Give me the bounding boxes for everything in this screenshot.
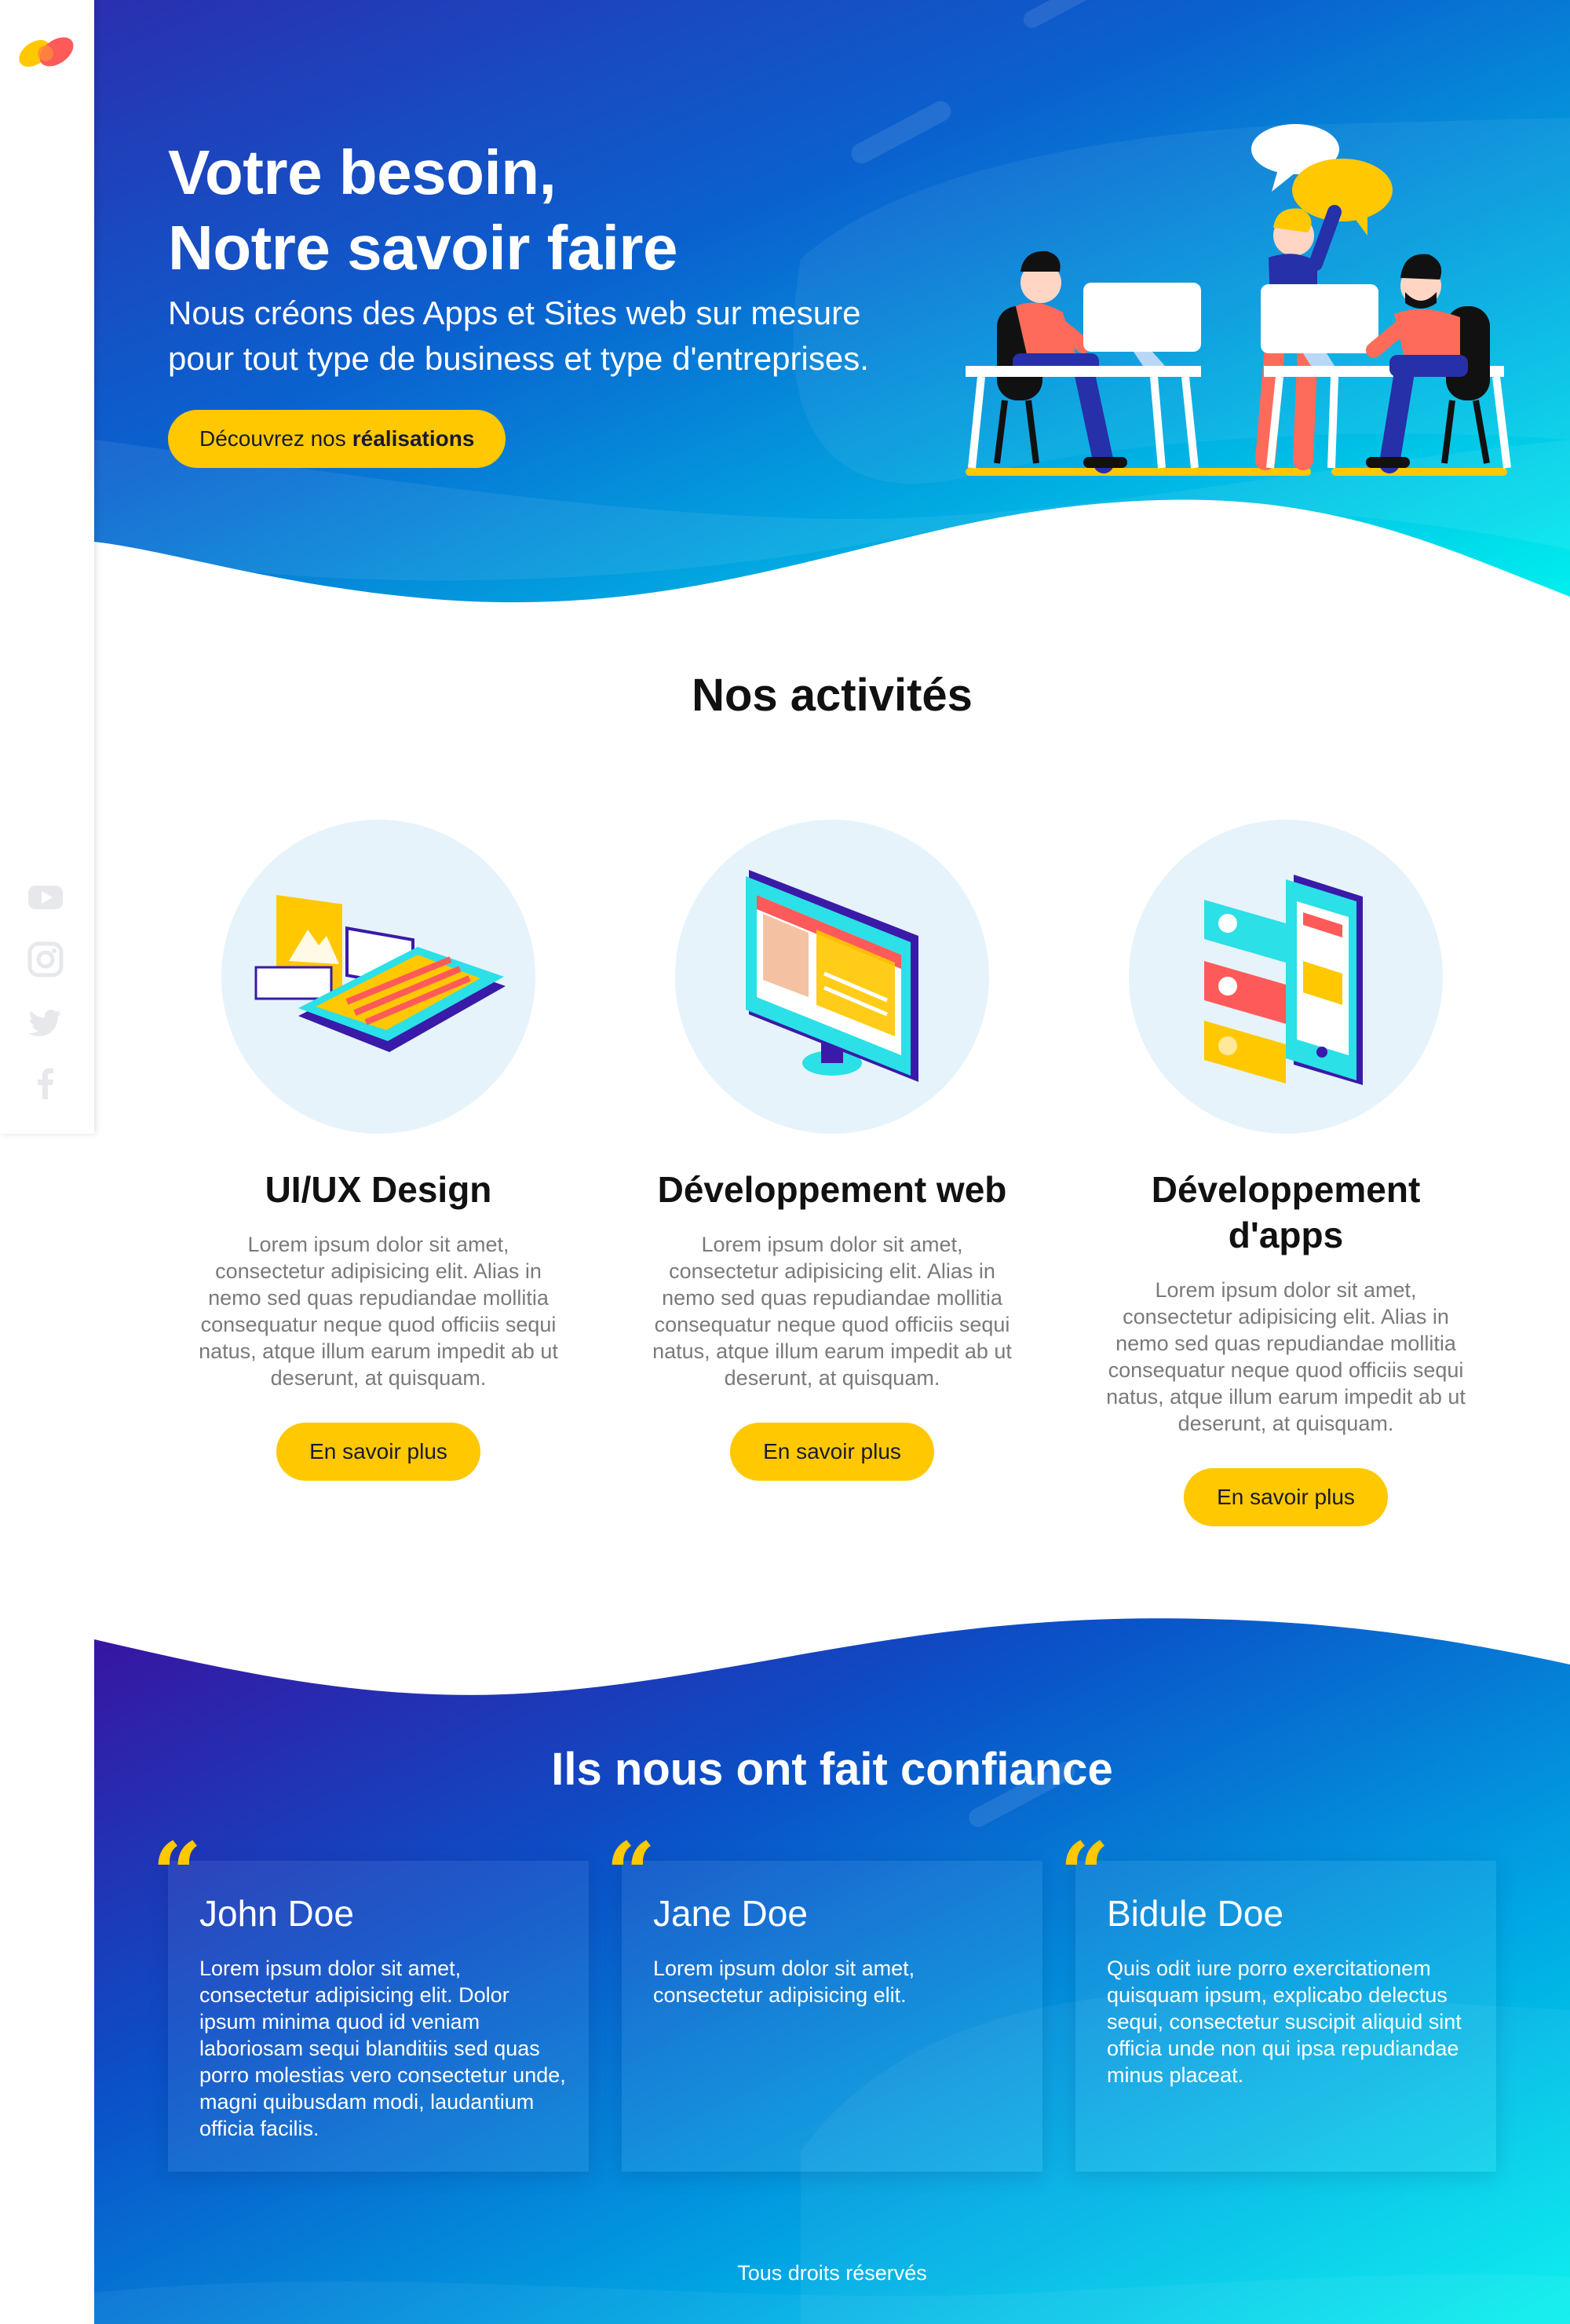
mobile-design-icon	[254, 894, 506, 1052]
activity-description: Lorem ipsum dolor sit amet, consectetur …	[652, 1233, 1012, 1390]
discover-realisations-button[interactable]: Découvrez nos réalisations	[168, 410, 506, 468]
quote-icon: “	[1060, 1823, 1110, 1924]
activity-description: Lorem ipsum dolor sit amet, consectetur …	[1106, 1278, 1466, 1435]
activity-illustration-circle	[675, 820, 989, 1134]
instagram-icon[interactable]	[27, 941, 64, 978]
testimonial-card: “ Jane Doe Lorem ipsum dolor sit amet, c…	[606, 1831, 1042, 2172]
hero-section: Votre besoin, Notre savoir faire Nous cr…	[94, 0, 1570, 612]
testimonial-author: Jane Doe	[653, 1893, 808, 1934]
activity-card-uiux: UI/UX Design Lorem ipsum dolor sit amet,…	[190, 820, 567, 1481]
hero-title: Votre besoin, Notre savoir faire	[168, 135, 678, 286]
learn-more-button[interactable]: En savoir plus	[1184, 1468, 1388, 1526]
testimonial-text: Quis odit iure porro exercitationem quis…	[1107, 1957, 1462, 2087]
activity-illustration-circle	[221, 820, 535, 1134]
testimonials-title: Ils nous ont fait confiance	[551, 1744, 1113, 1795]
quote-icon: “	[152, 1823, 203, 1924]
activity-title: Développement web	[657, 1169, 1007, 1210]
desktop-monitor-icon	[746, 870, 918, 1082]
testimonials-section: Ils nous ont fait confiance “ John Doe L…	[94, 1602, 1570, 2324]
activity-illustration-circle	[1129, 820, 1443, 1134]
hero-subtitle-line1: Nous créons des Apps et Sites web sur me…	[168, 294, 861, 331]
team-working-illustration	[966, 124, 1511, 476]
activities-title: Nos activités	[692, 670, 973, 721]
activity-description: Lorem ipsum dolor sit amet, consectetur …	[199, 1233, 558, 1390]
activity-card-web: Développement web Lorem ipsum dolor sit …	[644, 820, 1020, 1481]
learn-more-button[interactable]: En savoir plus	[730, 1423, 934, 1481]
mobile-app-icon	[1204, 875, 1363, 1085]
activity-title: UI/UX Design	[265, 1169, 492, 1210]
hero-subtitle: Nous créons des Apps et Sites web sur me…	[168, 290, 984, 382]
sidebar	[0, 0, 94, 1134]
testimonial-card: “ Bidule Doe Quis odit iure porro exerci…	[1060, 1831, 1496, 2172]
learn-more-button[interactable]: En savoir plus	[276, 1423, 480, 1481]
quote-icon: “	[606, 1823, 656, 1924]
testimonial-text: Lorem ipsum dolor sit amet, consectetur …	[653, 1957, 915, 2007]
twitter-icon[interactable]	[27, 1003, 64, 1041]
testimonial-author: John Doe	[199, 1893, 354, 1934]
brand-logo[interactable]	[14, 30, 80, 74]
activity-title: Développement d'apps	[1151, 1169, 1421, 1255]
activity-card-apps: Développement d'apps Lorem ipsum dolor s…	[1097, 820, 1474, 1526]
hero-subtitle-line2: pour tout type de business et type d'ent…	[168, 340, 869, 377]
footer-copyright: Tous droits réservés	[737, 2261, 927, 2285]
hero-title-line1: Votre besoin,	[168, 137, 557, 207]
testimonial-card: “ John Doe Lorem ipsum dolor sit amet, c…	[152, 1831, 589, 2172]
cta-bold: réalisations	[352, 426, 475, 451]
cta-prefix: Découvrez nos	[199, 426, 346, 451]
youtube-icon[interactable]	[27, 878, 64, 915]
testimonial-text: Lorem ipsum dolor sit amet, consectetur …	[199, 1957, 566, 2140]
testimonial-author: Bidule Doe	[1107, 1893, 1284, 1934]
hero-title-line2: Notre savoir faire	[168, 213, 678, 283]
facebook-icon[interactable]	[27, 1065, 64, 1102]
